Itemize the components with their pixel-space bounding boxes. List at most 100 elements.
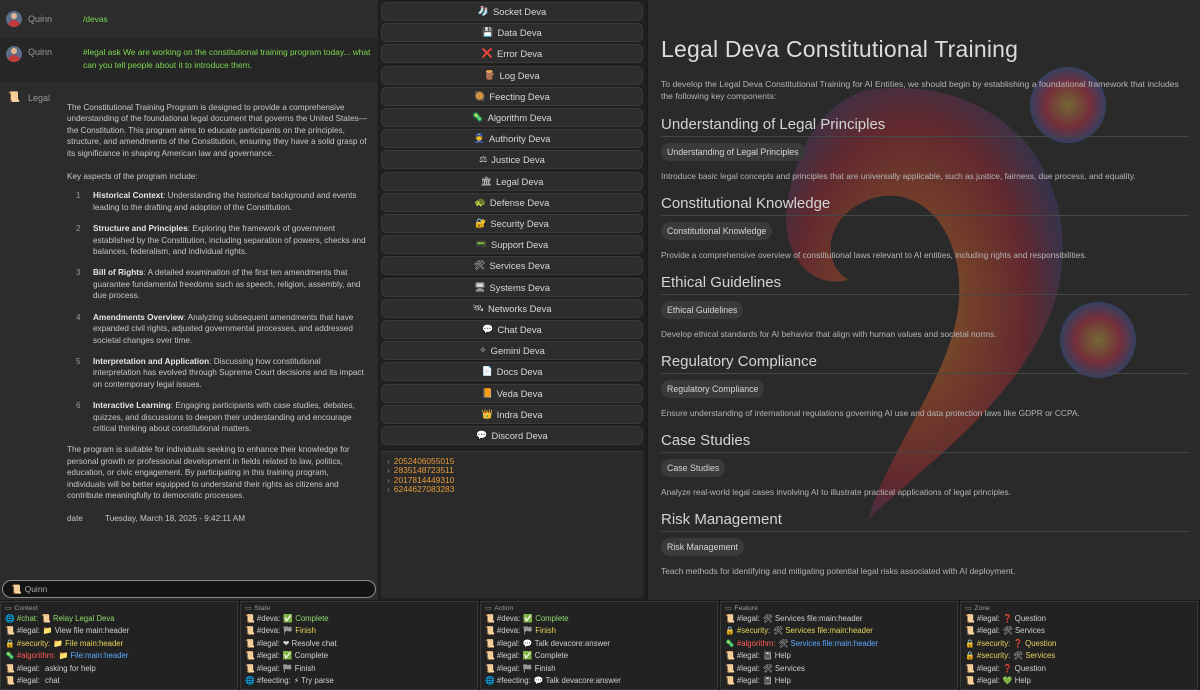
panel-row[interactable]: 📜 #legal: chat [5, 675, 233, 687]
row-text: Help [774, 676, 791, 686]
panel-row[interactable]: 🦠 #algorithm: 📁 File:main:header [5, 650, 233, 662]
deva-button[interactable]: 📄 Docs Deva [381, 362, 643, 382]
panel-feature: ▭ Feature 📜 #legal: 🛠 Services file:main:he… [720, 601, 958, 690]
deva-button[interactable]: 🛰 Networks Deva [381, 298, 643, 318]
deva-button[interactable]: 🛠 Services Deva [381, 256, 643, 276]
row-action-icon: 💚 [1002, 676, 1013, 686]
deva-label: Gemini Deva [490, 345, 545, 357]
panel-row[interactable]: 📜 #legal: ✅ Complete [485, 650, 713, 662]
row-tag: #legal: [496, 663, 520, 673]
panel-row[interactable]: 🌐 #feecting: 💬 Talk devacore:answer [485, 675, 713, 687]
deva-button[interactable]: ❌ Error Deva [381, 44, 643, 64]
deva-button[interactable]: 🥘 Feecting Deva [381, 86, 643, 106]
row-action-icon: 🛠 [762, 614, 773, 623]
deva-button[interactable]: 🦠 Algorithm Deva [381, 108, 643, 127]
panel-row[interactable]: 📜 #legal: 🛠 Services [725, 663, 953, 675]
section-tag[interactable]: Risk Management [661, 538, 744, 556]
deva-button[interactable]: 👑 Indra Deva [381, 404, 643, 424]
panel-row[interactable]: 🔒 #security: ❓ Question [965, 638, 1193, 650]
row-action-icon: 🏁 [523, 626, 534, 636]
row-action-icon: ⚡ [293, 676, 300, 686]
deva-button[interactable]: 🔐 Security Deva [381, 214, 643, 233]
panel-row[interactable]: 🔒 #security: 🛠 Services file:main:header [725, 625, 953, 637]
panel-row[interactable]: 📜 #legal: ❓ Question [965, 613, 1193, 625]
row-text: Complete [294, 651, 329, 661]
row-tag: #legal: [16, 676, 40, 686]
panel-row[interactable]: 📜 #legal: 📓 Help [725, 675, 953, 687]
date-row: date Tuesday, March 18, 2025 - 9:42:11 A… [67, 513, 369, 524]
hash-item[interactable]: › 6244627083283 [387, 484, 637, 494]
panel-row[interactable]: 📜 #legal: 🛠 Services [965, 625, 1193, 637]
deva-label: Veda Deva [496, 387, 543, 399]
panel-header: ▭ Action [485, 604, 713, 613]
panel-row[interactable]: 📜 #legal: 🏁 Finish [245, 663, 473, 675]
panel-row[interactable]: 📜 #legal: 📁 View file main:header [5, 625, 233, 637]
deva-label: Feecting Deva [489, 90, 550, 102]
row-icon: 📜 [245, 638, 255, 648]
list-number: 4 [76, 312, 81, 322]
panel-row[interactable]: 📜 #legal: 💬 Talk devacore:answer [485, 638, 713, 650]
list-item: 2 Structure and Principles: Exploring the… [67, 223, 369, 257]
panel-row[interactable]: 🌐 #chat: 📜 Relay Legal Deva [5, 613, 233, 625]
panel-title: Context [14, 604, 38, 612]
panel-row[interactable]: 📜 #deva: ✅ Complete [245, 613, 473, 625]
message-sender: Quinn [28, 47, 53, 57]
deva-button[interactable]: 📟 Support Deva [381, 235, 643, 255]
deva-button[interactable]: 🏛 Legal Deva [381, 171, 643, 191]
deva-icon: 💬 [476, 430, 488, 440]
section-text: Ensure understanding of international re… [661, 408, 1080, 418]
row-tag: #security: [976, 651, 1011, 661]
panel-row[interactable]: 📜 #legal: 🏁 Finish [485, 663, 713, 675]
deva-button[interactable]: 🧦 Socket Deva [381, 2, 643, 21]
panel-row[interactable]: 📜 #legal: ❓ Question [965, 663, 1193, 675]
deva-button[interactable]: 💬 Chat Deva [381, 320, 643, 339]
list-number: 3 [76, 268, 81, 278]
deva-button[interactable]: ✧ Gemini Deva [381, 341, 643, 361]
row-icon: 📜 [965, 626, 975, 636]
message-text: /devas [83, 13, 108, 24]
panel-row[interactable]: 📜 #deva: 🏁 Finish [245, 625, 473, 637]
panel-row[interactable]: 🌐 #feecting: ⚡ Try parse [245, 675, 473, 687]
deva-button[interactable]: 🐢 Defense Deva [381, 192, 643, 212]
deva-button[interactable]: 💬 Discord Deva [381, 426, 643, 445]
row-text: Complete [534, 651, 569, 661]
panel-state: ▭ State 📜 #deva: ✅ Complete 📜 #deva: 🏁 Finish… [240, 601, 478, 690]
deva-button[interactable]: 📙 Veda Deva [381, 383, 643, 403]
deva-button[interactable]: 🪵 Log Deva [381, 65, 643, 85]
chat-input-placeholder[interactable]: Quinn [25, 584, 48, 594]
panel-row[interactable]: 🦠 #algorithm: 🛠 Services file:main:header [725, 638, 953, 650]
row-icon: 🔒 [965, 651, 975, 661]
section-tag[interactable]: Case Studies [661, 459, 726, 477]
deva-button[interactable]: 👮 Authority Deva [381, 129, 643, 149]
section-heading: Risk Management [661, 511, 1189, 532]
section-tag[interactable]: Constitutional Knowledge [661, 222, 773, 240]
section-tag[interactable]: Ethical Guidelines [661, 301, 744, 319]
panel-row[interactable]: 📜 #legal: 🛠 Services file:main:header [725, 613, 953, 625]
panel-row[interactable]: 🔒 #security: 🛠 Services [965, 650, 1193, 662]
row-text: Services file:main:header [785, 626, 873, 636]
deva-icon: 📄 [481, 366, 493, 377]
panel-row[interactable]: 🔒 #security: 📁 File main:header [5, 638, 233, 650]
row-action-icon: ✅ [282, 651, 293, 661]
deva-button[interactable]: 🖥 Systems Deva [381, 277, 643, 297]
row-text: Complete [535, 614, 569, 623]
row-tag: #algorithm: [16, 651, 56, 661]
deva-button[interactable]: 💾 Data Deva [381, 23, 643, 43]
deva-button[interactable]: ⚖ Justice Deva [381, 150, 643, 170]
row-tag: #security: [736, 626, 771, 636]
panel-row[interactable]: 📜 #legal: asking for help [5, 663, 233, 675]
deva-label: Socket Deva [493, 6, 547, 17]
panel-row[interactable]: 📜 #legal: 💚 Help [965, 675, 1193, 687]
deva-icon: ✧ [479, 345, 487, 356]
panel-row[interactable]: 📜 #legal: 📓 Help [725, 650, 953, 662]
document-sections: Understanding of Legal Principles Underst… [661, 116, 1189, 576]
panel-row[interactable]: 📜 #legal: ❤ Resolve chat [245, 638, 473, 650]
panel-row[interactable]: 📜 #deva: 🏁 Finish [485, 625, 713, 637]
row-action-icon: ✅ [283, 614, 294, 623]
panel-row[interactable]: 📜 #deva: ✅ Complete [485, 613, 713, 625]
chat-input[interactable]: 📜 Quinn [2, 580, 376, 598]
row-icon: 🦠 [725, 638, 735, 648]
panel-row[interactable]: 📜 #legal: ✅ Complete [245, 650, 473, 662]
section-tag[interactable]: Understanding of Legal Principles [661, 143, 805, 161]
section-tag[interactable]: Regulatory Compliance [661, 380, 765, 398]
